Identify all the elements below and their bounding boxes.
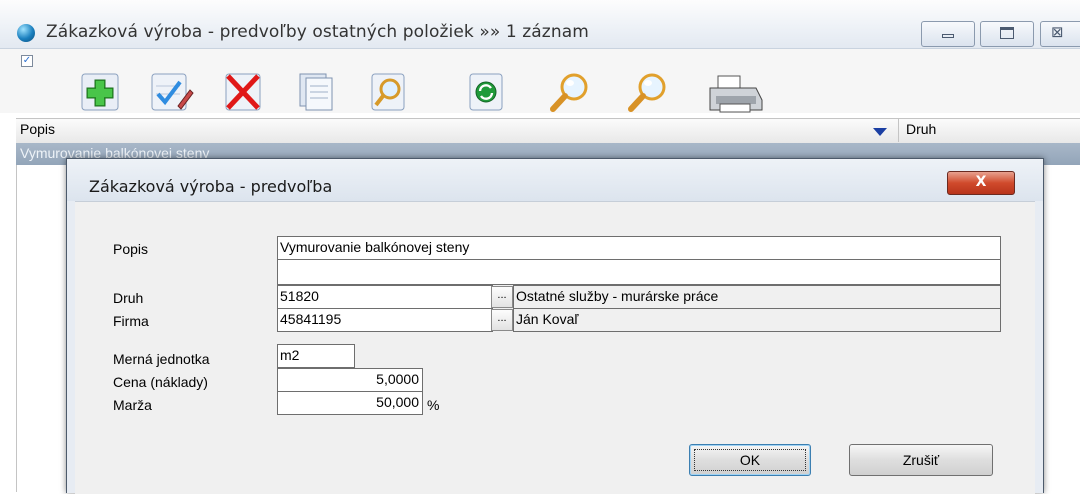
firma-name-field: Ján Kovaľ <box>513 308 1001 332</box>
add-icon <box>81 73 119 111</box>
label-marza: Marža <box>113 397 152 413</box>
druh-code-field[interactable]: 51820 <box>277 285 493 309</box>
search-next-button[interactable] <box>626 72 670 112</box>
close-icon: ⊠ <box>1051 23 1064 41</box>
marza-field[interactable]: 50,000 <box>277 391 423 415</box>
cena-field[interactable]: 5,0000 <box>277 368 423 392</box>
find-page-button[interactable] <box>368 72 412 112</box>
popis-field[interactable]: Vymurovanie balkónovej steny <box>277 236 1001 260</box>
column-header-druh[interactable]: Druh <box>906 121 936 137</box>
grid-border <box>16 118 17 492</box>
toolbar-checkbox[interactable]: ✓ <box>21 55 33 67</box>
print-icon <box>709 75 763 113</box>
dialog-body: Popis Vymurovanie balkónovej steny Druh … <box>75 201 1035 494</box>
dialog-titlebar: Zákazková výroba - predvoľba X <box>67 159 1043 201</box>
copy-button[interactable] <box>296 72 340 112</box>
firma-code-field[interactable]: 45841195 <box>277 308 493 332</box>
popis-field-line2[interactable] <box>277 259 1001 285</box>
cancel-button[interactable]: Zrušiť <box>849 444 993 476</box>
ok-button[interactable]: OK <box>689 444 811 476</box>
app-orb-icon <box>17 24 35 42</box>
maximize-button[interactable] <box>980 21 1034 47</box>
find-page-icon <box>371 73 405 111</box>
label-firma: Firma <box>113 313 149 329</box>
print-button[interactable] <box>706 72 763 113</box>
add-button[interactable] <box>80 72 124 112</box>
predvolba-dialog: Zákazková výroba - predvoľba X Popis Vym… <box>66 158 1044 494</box>
window-titlebar: Zákazková výroba - predvoľby ostatných p… <box>0 0 1080 49</box>
label-popis: Popis <box>113 241 149 257</box>
marza-unit: % <box>427 397 440 413</box>
merna-jednotka-field[interactable]: m2 <box>277 344 355 368</box>
maximize-icon <box>1000 27 1014 39</box>
cancel-button-label: Zrušiť <box>902 452 940 468</box>
dialog-title: Zákazková výroba - predvoľba <box>89 177 333 196</box>
window-title: Zákazková výroba - predvoľby ostatných p… <box>46 22 589 42</box>
druh-name-field: Ostatné služby - murárske práce <box>513 285 1001 309</box>
label-merna-jednotka: Merná jednotka <box>113 351 210 367</box>
window-close-button[interactable]: ⊠ <box>1040 21 1080 47</box>
focus-rectangle <box>694 449 806 471</box>
minimize-icon <box>942 34 954 38</box>
dialog-close-button[interactable]: X <box>947 171 1015 195</box>
sort-arrow-icon[interactable] <box>873 128 887 136</box>
close-icon: X <box>975 174 987 190</box>
search-next-icon <box>628 73 666 112</box>
edit-icon <box>151 73 194 111</box>
search-icon <box>550 73 588 112</box>
refresh-button[interactable] <box>466 72 510 112</box>
search-button[interactable] <box>548 72 592 112</box>
firma-lookup-button[interactable]: ... <box>491 309 513 331</box>
copy-icon <box>299 73 333 111</box>
minimize-button[interactable] <box>921 21 975 47</box>
refresh-icon <box>469 73 503 111</box>
druh-lookup-button[interactable]: ... <box>491 286 513 308</box>
delete-button[interactable] <box>222 72 266 112</box>
label-cena: Cena (náklady) <box>113 374 208 390</box>
column-header-popis[interactable]: Popis <box>20 121 55 137</box>
column-divider[interactable] <box>898 119 899 142</box>
edit-button[interactable] <box>150 72 194 112</box>
delete-icon <box>225 73 261 111</box>
label-druh: Druh <box>113 290 144 306</box>
